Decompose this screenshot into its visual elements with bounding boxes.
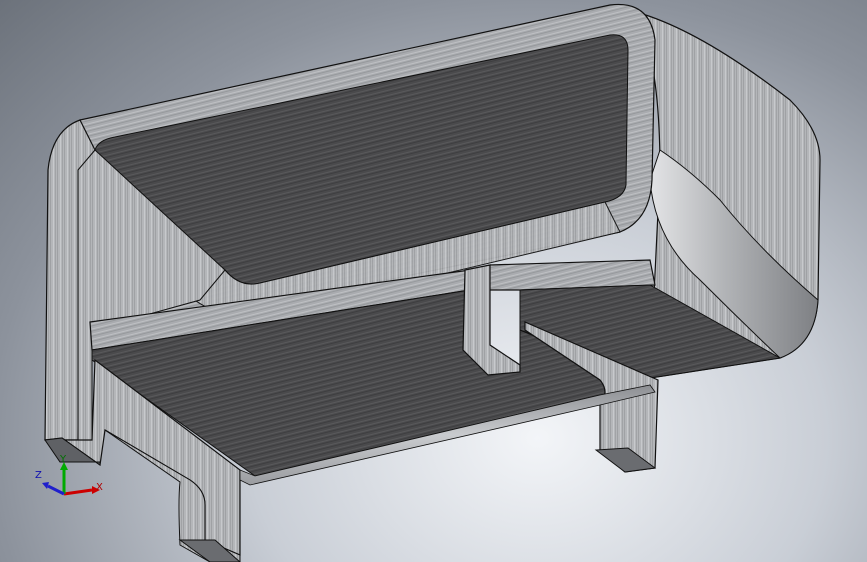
graphics-area[interactable]: X Y Z: [0, 0, 867, 562]
triad-axes: [42, 462, 100, 496]
z-axis-head: [42, 482, 49, 489]
y-axis-label: Y: [60, 454, 67, 465]
x-axis-arrow: [63, 488, 93, 496]
z-axis-arrow: [47, 484, 65, 496]
x-axis-label: X: [96, 482, 103, 493]
orientation-triad: X Y Z: [34, 455, 104, 505]
extrusion-model[interactable]: [0, 0, 867, 562]
z-axis-label: Z: [35, 470, 42, 481]
